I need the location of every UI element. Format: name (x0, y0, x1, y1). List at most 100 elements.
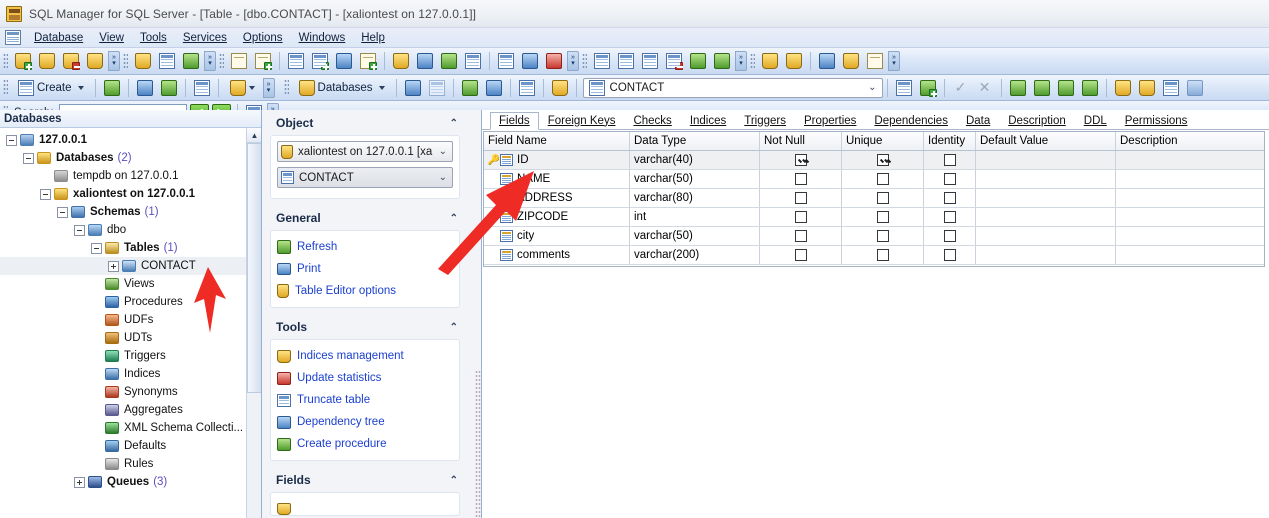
cell-not-null[interactable] (760, 208, 842, 226)
truncate-table-link-row[interactable]: Truncate table (277, 389, 453, 411)
cell-data-type[interactable]: varchar(80) (630, 189, 760, 207)
editor-toolbar-grip[interactable] (283, 79, 289, 96)
print-link-row[interactable]: Print (277, 258, 453, 280)
update-statistics-link-row[interactable]: Update statistics (277, 367, 453, 389)
cell-default-value[interactable] (976, 170, 1116, 188)
cell-identity[interactable] (924, 208, 976, 226)
scrollbar-thumb[interactable] (247, 143, 261, 393)
tab-checks[interactable]: Checks (624, 111, 680, 129)
cell-default-value[interactable] (976, 151, 1116, 169)
collapse-chevron-icon[interactable]: ⌃ (450, 118, 458, 129)
checkbox[interactable] (943, 211, 956, 223)
tree-node-dbo[interactable]: dbo (0, 221, 261, 239)
create-toolbar-grip[interactable] (3, 79, 8, 96)
create-procedure-link-row[interactable]: Create procedure (277, 433, 453, 455)
user-manager-button[interactable] (519, 51, 541, 72)
checkbox[interactable] (794, 211, 807, 223)
tab-description[interactable]: Description (999, 111, 1075, 129)
indices-management-link[interactable]: Indices management (297, 350, 404, 362)
checkbox[interactable] (794, 192, 807, 204)
cell-unique[interactable] (842, 208, 924, 226)
create-button[interactable]: Create (12, 77, 90, 98)
data-export-button[interactable] (414, 51, 436, 72)
next-record-button[interactable] (1055, 77, 1077, 98)
table-row[interactable]: city varchar(50) (484, 227, 1264, 246)
column-header-field-name[interactable]: Field Name (484, 132, 630, 150)
cell-unique[interactable] (842, 246, 924, 264)
back-button[interactable] (687, 51, 709, 72)
table-row[interactable]: ADDRESS varchar(80) (484, 189, 1264, 208)
menu-windows[interactable]: Windows (291, 30, 354, 46)
tree-node-defaults[interactable]: Defaults (0, 437, 261, 455)
dependency-tree-button[interactable] (495, 51, 517, 72)
open-folder-button[interactable] (840, 51, 862, 72)
tree-node-udfs[interactable]: UDFs (0, 311, 261, 329)
cell-identity[interactable] (924, 246, 976, 264)
collapse-icon[interactable] (57, 206, 68, 218)
menu-help[interactable]: Help (353, 30, 393, 46)
fields-section-header[interactable]: Fields ⌃ (262, 467, 468, 492)
column-header-data-type[interactable]: Data Type (630, 132, 760, 150)
db-tree-scrollbar[interactable]: ▲ (246, 128, 261, 518)
checkbox[interactable] (876, 154, 889, 166)
tree-node-127-0-0-1[interactable]: 127.0.0.1 (0, 131, 261, 149)
compile-button[interactable] (402, 77, 424, 98)
toolbar-grip-4[interactable] (582, 52, 587, 70)
checkbox[interactable] (876, 249, 889, 261)
column-header-identity[interactable]: Identity (924, 132, 976, 150)
cell-field-name[interactable]: comments (484, 246, 630, 264)
update-statistics-button[interactable] (1136, 77, 1158, 98)
new-query-builder-button[interactable] (252, 51, 274, 72)
cell-identity[interactable] (924, 151, 976, 169)
database-properties-button[interactable] (84, 51, 106, 72)
cell-identity[interactable] (924, 189, 976, 207)
table-row[interactable]: comments varchar(200) (484, 246, 1264, 265)
cell-not-null[interactable] (760, 189, 842, 207)
scroll-up-icon[interactable]: ▲ (247, 128, 261, 143)
new-report-button[interactable] (309, 51, 331, 72)
pointer-tool-button[interactable] (1184, 77, 1206, 98)
tools-section-header[interactable]: Tools ⌃ (262, 314, 468, 339)
tree-node-triggers[interactable]: Triggers (0, 347, 261, 365)
column-header-default-value[interactable]: Default Value (976, 132, 1116, 150)
checkbox[interactable] (794, 173, 807, 185)
remove-database-button[interactable] (60, 51, 82, 72)
table-row[interactable]: NAME varchar(50) (484, 170, 1264, 189)
checkbox[interactable] (943, 192, 956, 204)
tree-node-synonyms[interactable]: Synonyms (0, 383, 261, 401)
object-section-header[interactable]: Object ⌃ (262, 110, 468, 135)
tab-triggers[interactable]: Triggers (735, 111, 795, 129)
tree-node-xaliontest-on-127-0-0-1[interactable]: xaliontest on 127.0.0.1 (0, 185, 261, 203)
cell-description[interactable] (1116, 208, 1264, 226)
tree-node-xml-schema-collecti[interactable]: XML Schema Collecti... (0, 419, 261, 437)
toolbar-grip-5[interactable] (750, 52, 755, 70)
forward-button[interactable] (711, 51, 733, 72)
tree-node-queues[interactable]: Queues (3) (0, 473, 261, 491)
toolbar-overflow-5[interactable]: » ▾ (888, 51, 900, 71)
table-editor-options-link-row[interactable]: Table Editor options (277, 280, 453, 302)
print-link[interactable]: Print (297, 263, 321, 275)
cell-identity[interactable] (924, 170, 976, 188)
commit-button[interactable]: ✓ (950, 77, 972, 98)
cell-default-value[interactable] (976, 246, 1116, 264)
table-row[interactable]: 🔑 ID varchar(40) (484, 151, 1264, 170)
tab-dependencies[interactable]: Dependencies (865, 111, 957, 129)
tree-node-schemas[interactable]: Schemas (1) (0, 203, 261, 221)
checkbox[interactable] (876, 211, 889, 223)
tree-node-tempdb-on-127-0-0-1[interactable]: tempdb on 127.0.0.1 (0, 167, 261, 185)
checkbox[interactable] (943, 230, 956, 242)
create-procedure-link[interactable]: Create procedure (297, 438, 387, 450)
checkbox[interactable] (876, 230, 889, 242)
sql-dump-button[interactable] (462, 51, 484, 72)
cell-field-name[interactable]: 🔑 ID (484, 151, 630, 169)
cell-field-name[interactable]: ZIPCODE (484, 208, 630, 226)
panel-resize-grip[interactable] (475, 370, 481, 518)
chevron-down-icon[interactable]: ⌄ (868, 82, 878, 93)
tree-node-indices[interactable]: Indices (0, 365, 261, 383)
add-database-button[interactable] (12, 51, 34, 72)
data-pump-button[interactable] (438, 51, 460, 72)
cell-field-name[interactable]: ADDRESS (484, 189, 630, 207)
update-statistics-link[interactable]: Update statistics (297, 372, 381, 384)
open-favorites-button[interactable] (759, 51, 781, 72)
tree-node-procedures[interactable]: Procedures (0, 293, 261, 311)
